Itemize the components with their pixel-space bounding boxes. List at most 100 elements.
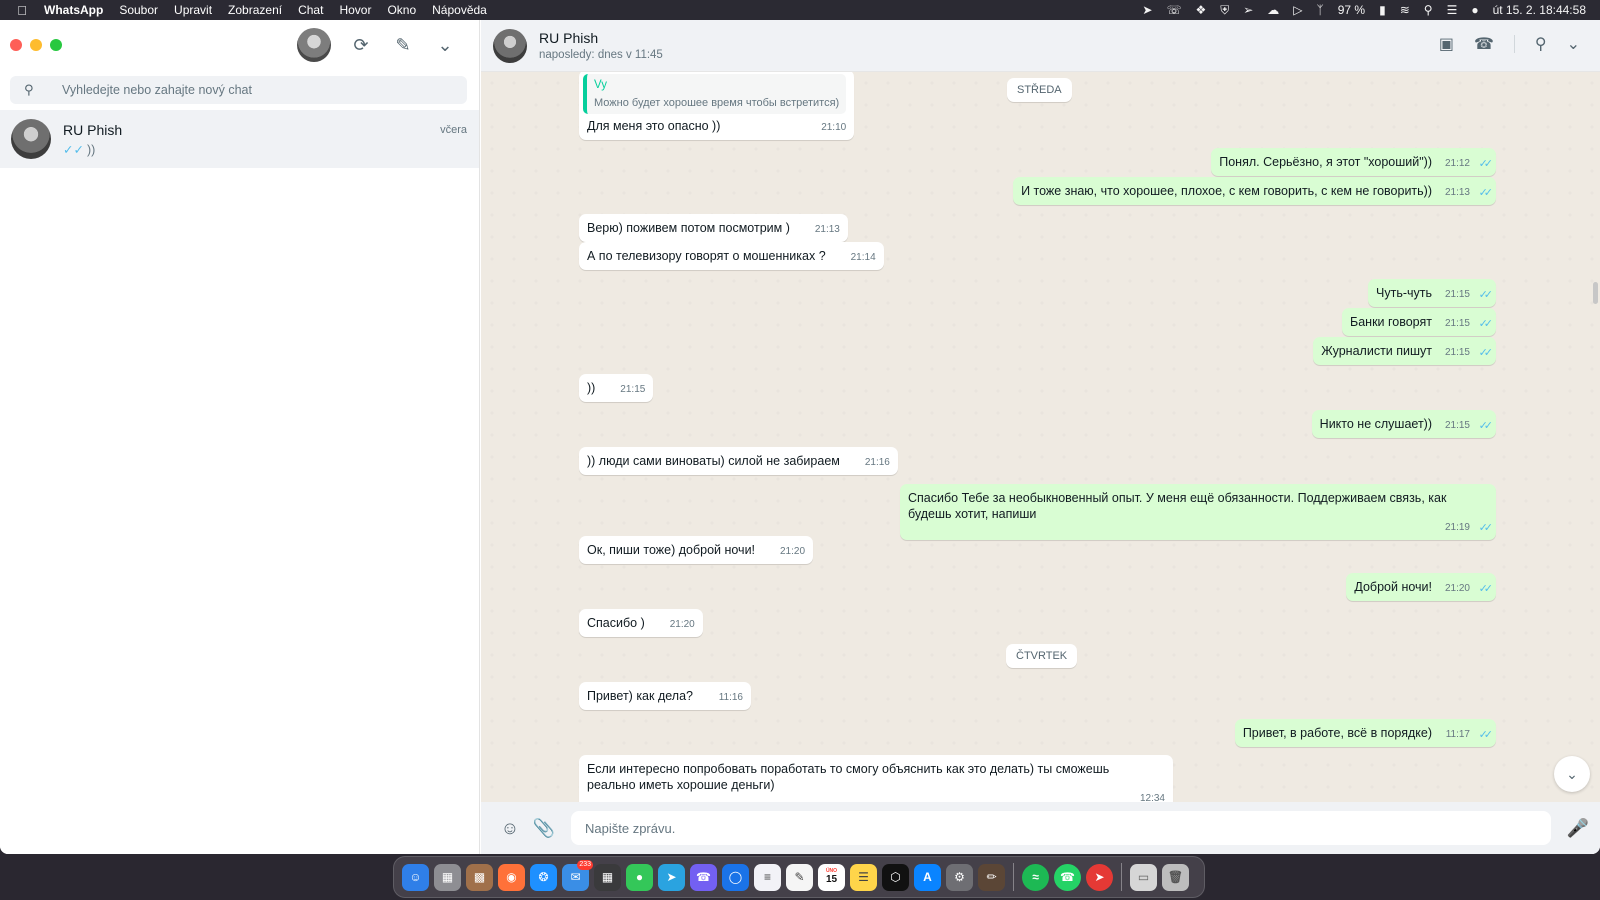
profile-avatar[interactable]	[297, 28, 331, 62]
wifi-icon[interactable]: ≋	[1400, 3, 1410, 17]
telegram-app-icon[interactable]: ➤	[658, 863, 685, 891]
zoom-window-button[interactable]	[50, 39, 62, 51]
scrollbar-thumb[interactable]	[1593, 282, 1598, 304]
trash-icon[interactable]: 🗑	[1162, 863, 1189, 891]
whatsapp-app-icon[interactable]: ☎	[1054, 863, 1081, 891]
message-bubble-out[interactable]: И тоже знаю, что хорошее, плохое, с кем …	[1013, 177, 1496, 205]
control-center-icon[interactable]: ☰	[1447, 3, 1458, 17]
mail-app-icon[interactable]: ✉ 233	[562, 859, 593, 891]
microphone-icon[interactable]: 🎤	[1561, 818, 1595, 839]
message-text: Понял. Серьёзно, я этот "хороший"))	[1219, 155, 1432, 169]
message-bubble-in[interactable]: А по телевизору говорят о мошенниках ? 2…	[579, 242, 884, 270]
message-bubble-in[interactable]: Привет) как дела? 11:16	[579, 682, 751, 710]
voice-call-icon[interactable]: ☎	[1474, 34, 1494, 54]
contact-avatar[interactable]	[493, 28, 527, 63]
calendar-app-icon[interactable]: ÚNO 15	[818, 863, 845, 891]
window-controls	[10, 39, 62, 51]
viber-app-icon[interactable]: ☎	[690, 863, 717, 891]
message-bubble-in[interactable]: Если интересно попробовать поработать то…	[579, 755, 1173, 802]
chevron-down-icon[interactable]: ⌄	[1567, 34, 1580, 54]
safari-app-icon[interactable]: ❂	[530, 863, 557, 891]
message-text: Верю) поживем потом посмотрим )	[587, 221, 790, 235]
close-window-button[interactable]	[10, 39, 22, 51]
extension-icon[interactable]: ❖	[1195, 3, 1206, 17]
apple-icon[interactable]: 	[0, 3, 44, 18]
viber-icon[interactable]: ☏	[1166, 3, 1181, 17]
menu-view[interactable]: Zobrazení	[220, 3, 290, 17]
message-bubble-in[interactable]: )) люди сами виноваты) силой не забираем…	[579, 447, 898, 475]
scroll-to-bottom-button[interactable]: ⌄	[1554, 756, 1590, 792]
message-bubble-in[interactable]: Верю) поживем потом посмотрим ) 21:13	[579, 214, 848, 242]
attach-icon[interactable]: 📎	[527, 818, 561, 839]
siri-icon[interactable]: ●	[1471, 3, 1478, 17]
message-bubble-in[interactable]: )) 21:15	[579, 374, 654, 402]
app-store-icon[interactable]: A	[914, 863, 941, 891]
reminders-app-icon[interactable]: ≡	[754, 863, 781, 891]
message-bubble-out[interactable]: Привет, в работе, всё в порядке) 11:17 ✓…	[1234, 719, 1496, 747]
message-bubble-out[interactable]: Чуть-чуть 21:15 ✓✓	[1368, 279, 1496, 307]
pdf-app-icon[interactable]: ✏	[978, 863, 1005, 891]
status-icon[interactable]: ⟳	[349, 33, 373, 57]
clock-text[interactable]: út 15. 2. 18:44:58	[1493, 3, 1586, 17]
new-chat-icon[interactable]: ✎	[391, 33, 415, 57]
launchpad-app-icon[interactable]: ▦	[434, 863, 461, 891]
textedit-app-icon[interactable]: ✎	[786, 863, 813, 891]
calculator-app-icon[interactable]: ▦	[594, 863, 621, 891]
archive-app-icon[interactable]: ▩	[466, 863, 493, 891]
bluetooth-icon[interactable]: ᛉ	[1317, 3, 1324, 17]
battery-text: 97 %	[1337, 3, 1366, 17]
play-icon[interactable]: ▷	[1293, 3, 1302, 17]
notes-app-icon[interactable]: ☰	[850, 863, 877, 891]
telegram-icon[interactable]: ➢	[1243, 3, 1253, 17]
menu-app-name[interactable]: WhatsApp	[44, 3, 111, 17]
signal-app-icon[interactable]: ◯	[722, 863, 749, 891]
message-bubble-in[interactable]: Спасибо ) 21:20	[579, 609, 703, 637]
minimize-window-button[interactable]	[30, 39, 42, 51]
spotify-app-icon[interactable]: ≈	[1022, 863, 1049, 891]
message-bubble-out[interactable]: Банки говорят 21:15 ✓✓	[1342, 308, 1496, 336]
message-time: 21:16	[864, 457, 890, 468]
emoji-icon[interactable]: ☺	[493, 818, 527, 839]
conversation-title[interactable]: RU Phish naposledy: dnes v 11:45	[539, 30, 663, 61]
downloads-folder-icon[interactable]: ▭	[1130, 863, 1157, 891]
spotlight-icon[interactable]: ⚲	[1424, 3, 1433, 17]
read-ticks-icon: ✓✓	[1478, 420, 1494, 432]
message-input[interactable]	[571, 811, 1551, 845]
menu-window[interactable]: Okno	[379, 3, 424, 17]
menu-call[interactable]: Hovor	[331, 3, 379, 17]
message-bubble-out[interactable]: Журналисти пишут 21:15 ✓✓	[1313, 337, 1496, 365]
message-time: 11:17	[1445, 729, 1470, 740]
conversation-header[interactable]: RU Phish naposledy: dnes v 11:45 ▣ ☎ ⚲ ⌄	[481, 20, 1600, 72]
chat-search-input[interactable]	[62, 83, 442, 97]
firefox-app-icon[interactable]: ◉	[498, 863, 525, 891]
message-bubble-out[interactable]: Доброй ночи! 21:20 ✓✓	[1346, 573, 1496, 601]
battery-icon[interactable]: ▮	[1379, 3, 1386, 17]
finder-app-icon[interactable]: ☺	[402, 863, 429, 891]
vpn-app-icon[interactable]: ➤	[1086, 863, 1113, 891]
cloud-icon[interactable]: ☁	[1267, 3, 1279, 17]
chat-list-item[interactable]: RU Phish ✓✓)) včera	[0, 110, 479, 168]
search-icon[interactable]: ⚲	[1535, 34, 1547, 54]
menu-file[interactable]: Soubor	[111, 3, 166, 17]
divider	[1513, 35, 1515, 53]
chat-name: RU Phish	[63, 121, 123, 138]
contact-name: RU Phish	[539, 30, 599, 46]
message-bubble-out[interactable]: Никто не слушает)) 21:15 ✓✓	[1311, 410, 1496, 438]
chevron-down-icon[interactable]: ⌄	[433, 33, 457, 57]
message-bubble-in[interactable]: Ок, пиши тоже) доброй ночи! 21:20	[579, 536, 814, 564]
message-bubble-out[interactable]: Понял. Серьёзно, я этот "хороший")) 21:1…	[1211, 148, 1496, 176]
message-bubble-in[interactable]: Vy Можно будет хорошее время чтобы встре…	[579, 72, 855, 140]
unity-app-icon[interactable]: ⬡	[882, 863, 909, 891]
quoted-message[interactable]: Vy Можно будет хорошее время чтобы встре…	[583, 74, 847, 114]
menu-help[interactable]: Nápověda	[424, 3, 495, 17]
settings-app-icon[interactable]: ⚙	[946, 863, 973, 891]
dock: ☺ ▦ ▩ ◉ ❂ ✉ 233 ▦ ● ➤ ☎ ◯ ≡ ✎ ÚNO 15 ☰ ⬡ …	[393, 856, 1205, 898]
message-list[interactable]: Vy Можно будет хорошее время чтобы встре…	[481, 72, 1600, 802]
messages-app-icon[interactable]: ●	[626, 863, 653, 891]
video-call-icon[interactable]: ▣	[1439, 34, 1454, 54]
shield-icon[interactable]: ⛨	[1220, 3, 1229, 18]
menu-chat[interactable]: Chat	[290, 3, 331, 17]
message-bubble-out[interactable]: Спасибо Тебе за необыкновенный опыт. У м…	[900, 484, 1496, 540]
menu-edit[interactable]: Upravit	[166, 3, 220, 17]
send-icon[interactable]: ➤	[1142, 3, 1152, 17]
